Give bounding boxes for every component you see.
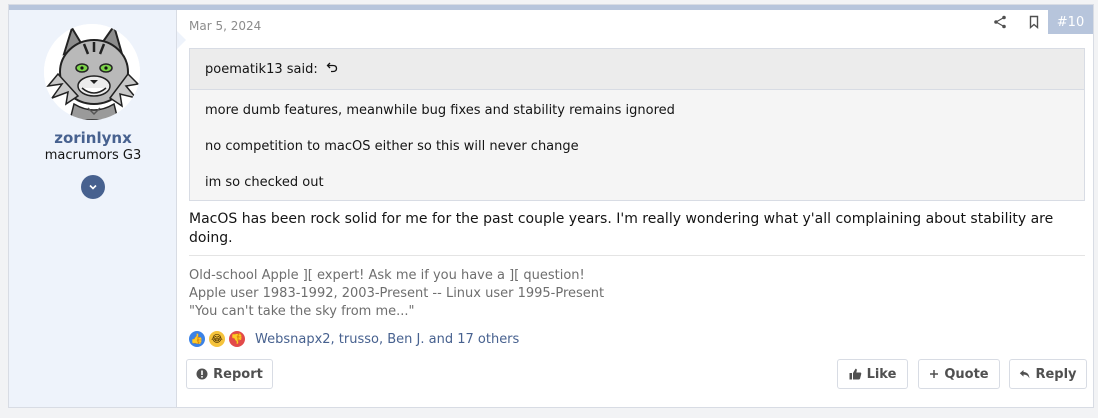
- quote-header[interactable]: poematik13 said:: [190, 49, 1084, 90]
- sidebar-pointer: [177, 31, 186, 49]
- quote-label: Quote: [944, 366, 989, 382]
- plus-icon: [930, 370, 939, 378]
- reaction-users-link[interactable]: Websnapx2, trusso, Ben J. and 17 others: [255, 332, 519, 347]
- jump-to-quote-icon[interactable]: [326, 61, 338, 77]
- report-button[interactable]: Report: [186, 359, 273, 389]
- author-sidebar: zorinlynx macrumors G3: [9, 10, 177, 407]
- post-message: MacOS has been rock solid for me for the…: [189, 211, 1054, 246]
- post-number-link[interactable]: #10: [1048, 10, 1093, 34]
- signature-line: Old-school Apple ][ expert! Ask me if yo…: [189, 268, 585, 283]
- bookmark-icon[interactable]: [1026, 14, 1042, 30]
- report-label: Report: [213, 366, 263, 382]
- quote-line: im so checked out: [205, 175, 324, 190]
- dislike-reaction-icon: 👎: [229, 331, 245, 347]
- expand-user-info-button[interactable]: [81, 175, 105, 199]
- quote-line: no competition to macOS either so this w…: [205, 139, 579, 154]
- share-icon[interactable]: [992, 14, 1008, 30]
- reactions-bar[interactable]: 👍 😂 👎 Websnapx2, trusso, Ben J. and 17 o…: [189, 331, 519, 347]
- signature-line: Apple user 1983-1992, 2003-Present -- Li…: [189, 286, 605, 301]
- quote-button[interactable]: Quote: [918, 359, 1000, 389]
- author-username[interactable]: zorinlynx: [9, 129, 177, 147]
- like-reaction-icon: 👍: [189, 331, 205, 347]
- lynx-avatar-icon[interactable]: [44, 24, 140, 120]
- forum-post: zorinlynx macrumors G3 Mar 5, 2024 #10 p…: [8, 4, 1094, 408]
- quote-block: poematik13 said: more dumb features, mea…: [189, 48, 1085, 201]
- user-signature: Old-school Apple ][ expert! Ask me if yo…: [189, 267, 604, 321]
- quote-author[interactable]: poematik13 said:: [205, 62, 318, 77]
- reply-button[interactable]: Reply: [1009, 359, 1087, 389]
- post-date[interactable]: Mar 5, 2024: [189, 19, 261, 33]
- quote-line: more dumb features, meanwhile bug fixes …: [205, 103, 675, 118]
- thumbs-up-icon: [849, 368, 861, 380]
- alert-icon: [196, 368, 208, 380]
- author-user-title: macrumors G3: [44, 148, 142, 163]
- reply-label: Reply: [1035, 366, 1077, 382]
- signature-line: "You can't take the sky from me...": [189, 304, 415, 319]
- chevron-down-icon: [89, 184, 97, 190]
- reply-arrow-icon: [1020, 370, 1030, 379]
- like-label: Like: [866, 366, 897, 382]
- signature-divider: [189, 255, 1085, 256]
- like-button[interactable]: Like: [837, 359, 908, 389]
- quote-body: more dumb features, meanwhile bug fixes …: [190, 90, 1084, 204]
- haha-reaction-icon: 😂: [209, 331, 225, 347]
